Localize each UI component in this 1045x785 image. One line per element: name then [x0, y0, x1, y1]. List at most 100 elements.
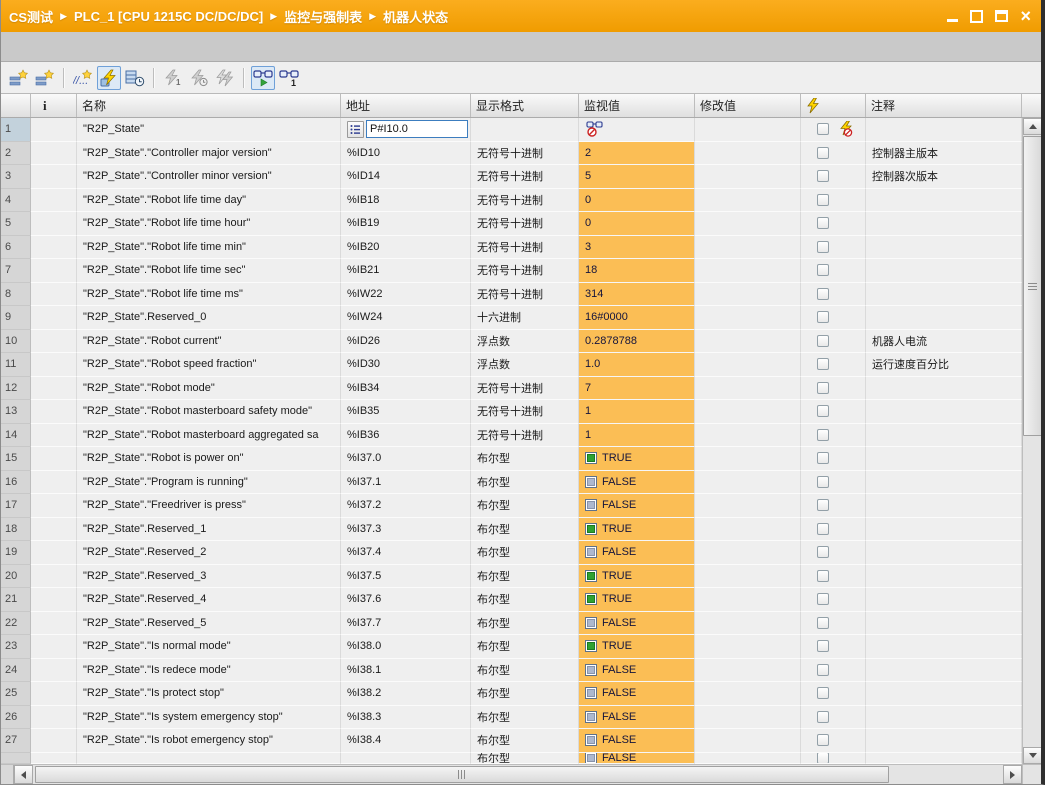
monitor-value-cell[interactable]: 0.2878788: [579, 330, 695, 354]
address-cell[interactable]: [341, 753, 471, 764]
modify-checkbox[interactable]: [817, 570, 829, 582]
table-row[interactable]: 26"R2P_State"."Is system emergency stop"…: [1, 706, 1022, 730]
row-number[interactable]: 24: [1, 659, 31, 683]
table-row[interactable]: 24 "R2P_State"."Is redece mode"%I38.1布尔型F…: [1, 659, 1022, 683]
modify-enable-cell[interactable]: [801, 306, 866, 330]
display-format-cell[interactable]: 无符号十进制: [471, 142, 579, 166]
show-trigger-columns-icon[interactable]: [123, 66, 147, 90]
tag-name-cell[interactable]: "R2P_State"."Is robot emergency stop": [77, 729, 341, 753]
modify-value-cell[interactable]: [695, 471, 801, 495]
tag-name-cell[interactable]: "R2P_State"."Robot current": [77, 330, 341, 354]
modify-enable-cell[interactable]: [801, 471, 866, 495]
modify-value-cell[interactable]: [695, 541, 801, 565]
address-cell[interactable]: %I38.1: [341, 659, 471, 683]
comment-cell[interactable]: [866, 118, 1022, 142]
horizontal-scrollbar-track[interactable]: [33, 765, 1003, 784]
comment-cell[interactable]: [866, 588, 1022, 612]
row-number[interactable]: 27: [1, 729, 31, 753]
address-cell[interactable]: %I38.4: [341, 729, 471, 753]
monitor-value-cell[interactable]: 16#0000: [579, 306, 695, 330]
table-row[interactable]: 21"R2P_State".Reserved_4%I37.6布尔型TRUE: [1, 588, 1022, 612]
modify-value-cell[interactable]: [695, 612, 801, 636]
monitor-value-cell[interactable]: [579, 118, 695, 142]
address-cell[interactable]: %I37.6: [341, 588, 471, 612]
modify-enable-cell[interactable]: [801, 400, 866, 424]
table-row[interactable]: 5"R2P_State"."Robot life time hour"%IB19…: [1, 212, 1022, 236]
modify-checkbox[interactable]: [817, 640, 829, 652]
tag-name-cell[interactable]: "R2P_State"."Robot life time ms": [77, 283, 341, 307]
modify-value-cell[interactable]: [695, 424, 801, 448]
tag-name-cell[interactable]: "R2P_State"."Freedriver is press": [77, 494, 341, 518]
horizontal-scrollbar-thumb[interactable]: [35, 766, 889, 783]
tag-name-cell[interactable]: "R2P_State"."Is redece mode": [77, 659, 341, 683]
tag-name-cell[interactable]: "R2P_State"."Robot masterboard aggregate…: [77, 424, 341, 448]
tag-name-cell[interactable]: "R2P_State"."Controller minor version": [77, 165, 341, 189]
display-format-cell[interactable]: 布尔型: [471, 447, 579, 471]
tag-name-cell[interactable]: "R2P_State".Reserved_1: [77, 518, 341, 542]
tag-name-cell[interactable]: "R2P_State".Reserved_2: [77, 541, 341, 565]
monitor-value-cell[interactable]: 314: [579, 283, 695, 307]
modify-value-cell[interactable]: [695, 142, 801, 166]
modify-value-cell[interactable]: [695, 236, 801, 260]
table-row[interactable]: 19"R2P_State".Reserved_2%I37.4布尔型FALSE: [1, 541, 1022, 565]
insert-row-icon[interactable]: [7, 66, 31, 90]
modify-enable-cell[interactable]: [801, 518, 866, 542]
header-monitor-value-column[interactable]: 监视值: [579, 94, 695, 117]
row-number[interactable]: 8: [1, 283, 31, 307]
display-format-cell[interactable]: 无符号十进制: [471, 259, 579, 283]
modify-checkbox[interactable]: [817, 523, 829, 535]
modify-enable-cell[interactable]: [801, 236, 866, 260]
modify-value-cell[interactable]: [695, 165, 801, 189]
modify-enable-cell[interactable]: [801, 541, 866, 565]
display-format-cell[interactable]: 布尔型: [471, 494, 579, 518]
display-format-cell[interactable]: 浮点数: [471, 353, 579, 377]
modify-enable-cell[interactable]: [801, 612, 866, 636]
tag-name-cell[interactable]: "R2P_State"."Robot mode": [77, 377, 341, 401]
comment-cell[interactable]: [866, 565, 1022, 589]
monitor-once-icon[interactable]: 1: [277, 66, 301, 90]
table-row[interactable]: 6"R2P_State"."Robot life time min"%IB20无…: [1, 236, 1022, 260]
modify-value-cell[interactable]: [695, 118, 801, 142]
address-cell[interactable]: P#I10.0: [341, 118, 471, 142]
tag-name-cell[interactable]: "R2P_State"."Robot life time sec": [77, 259, 341, 283]
display-format-cell[interactable]: 布尔型: [471, 565, 579, 589]
minimize-button[interactable]: [947, 11, 958, 22]
address-cell[interactable]: %IB35: [341, 400, 471, 424]
monitor-value-cell[interactable]: FALSE: [579, 706, 695, 730]
address-cell[interactable]: %I38.2: [341, 682, 471, 706]
header-comment-column[interactable]: 注释: [866, 94, 1022, 117]
comment-cell[interactable]: [866, 424, 1022, 448]
modify-checkbox[interactable]: [817, 288, 829, 300]
modify-checkbox[interactable]: [817, 405, 829, 417]
table-row[interactable]: 10"R2P_State"."Robot current"%ID26浮点数0.2…: [1, 330, 1022, 354]
table-row[interactable]: 1"R2P_State"P#I10.0: [1, 118, 1022, 142]
address-cell[interactable]: %I37.0: [341, 447, 471, 471]
address-picker-button[interactable]: [347, 121, 364, 138]
modify-checkbox[interactable]: [817, 429, 829, 441]
modify-checkbox[interactable]: [817, 123, 829, 135]
comment-cell[interactable]: [866, 212, 1022, 236]
row-number[interactable]: 3: [1, 165, 31, 189]
display-format-cell[interactable]: 无符号十进制: [471, 283, 579, 307]
tag-name-cell[interactable]: [77, 753, 341, 764]
comment-cell[interactable]: 控制器次版本: [866, 165, 1022, 189]
display-format-cell[interactable]: 布尔型: [471, 659, 579, 683]
modify-value-cell[interactable]: [695, 635, 801, 659]
tag-name-cell[interactable]: "R2P_State".Reserved_0: [77, 306, 341, 330]
scroll-down-button[interactable]: [1023, 747, 1042, 764]
table-row[interactable]: 9"R2P_State".Reserved_0%IW24十六进制16#0000: [1, 306, 1022, 330]
monitor-value-cell[interactable]: FALSE: [579, 753, 695, 764]
monitor-value-cell[interactable]: FALSE: [579, 659, 695, 683]
row-number[interactable]: 9: [1, 306, 31, 330]
modify-checkbox[interactable]: [817, 499, 829, 511]
tag-name-cell[interactable]: "R2P_State"."Is protect stop": [77, 682, 341, 706]
comment-cell[interactable]: [866, 729, 1022, 753]
comment-cell[interactable]: [866, 447, 1022, 471]
display-format-cell[interactable]: 无符号十进制: [471, 165, 579, 189]
display-format-cell[interactable]: 无符号十进制: [471, 424, 579, 448]
display-format-cell[interactable]: 布尔型: [471, 588, 579, 612]
tag-name-cell[interactable]: "R2P_State"."Robot life time min": [77, 236, 341, 260]
monitor-value-cell[interactable]: TRUE: [579, 565, 695, 589]
modify-enable-cell[interactable]: [801, 588, 866, 612]
monitor-value-cell[interactable]: FALSE: [579, 729, 695, 753]
